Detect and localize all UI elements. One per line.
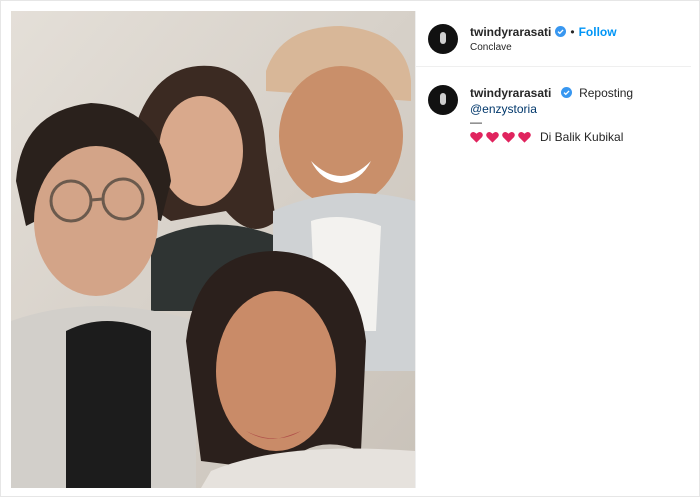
red-heart-icon xyxy=(502,131,515,143)
location-link[interactable]: Conclave xyxy=(470,42,617,53)
caption-dash: — xyxy=(470,115,482,129)
post-header: twindyrarasati • Follow Conclave xyxy=(416,11,691,67)
caption-block: twindyrarasati Reposting @enzystoria — D… xyxy=(416,67,691,145)
red-heart-icon xyxy=(518,131,531,143)
profile-avatar[interactable] xyxy=(428,23,458,54)
red-heart-icon xyxy=(486,131,499,143)
caption-body: twindyrarasati Reposting @enzystoria — D… xyxy=(470,85,633,145)
username-link[interactable]: twindyrarasati xyxy=(470,25,551,39)
group-selfie-image xyxy=(11,11,415,488)
caption-text: Reposting xyxy=(579,86,634,100)
follow-button[interactable]: Follow xyxy=(579,25,617,39)
header-text: twindyrarasati • Follow Conclave xyxy=(470,25,617,53)
caption-avatar[interactable] xyxy=(428,85,458,115)
caption-username-link[interactable]: twindyrarasati xyxy=(470,86,551,100)
instagram-post-frame: twindyrarasati • Follow Conclave twindyr… xyxy=(0,0,700,497)
caption-hearts-line: Di Balik Kubikal xyxy=(470,129,633,145)
post-side-panel: twindyrarasati • Follow Conclave twindyr… xyxy=(415,11,691,488)
separator-dot: • xyxy=(570,24,575,39)
caption-title: Di Balik Kubikal xyxy=(540,130,624,144)
verified-badge-icon xyxy=(555,26,567,37)
header-row: twindyrarasati • Follow xyxy=(470,25,617,39)
red-heart-icon xyxy=(470,131,483,143)
mention-link[interactable]: @enzystoria xyxy=(470,102,537,116)
verified-badge-icon xyxy=(560,87,572,98)
post-photo[interactable] xyxy=(11,11,415,488)
